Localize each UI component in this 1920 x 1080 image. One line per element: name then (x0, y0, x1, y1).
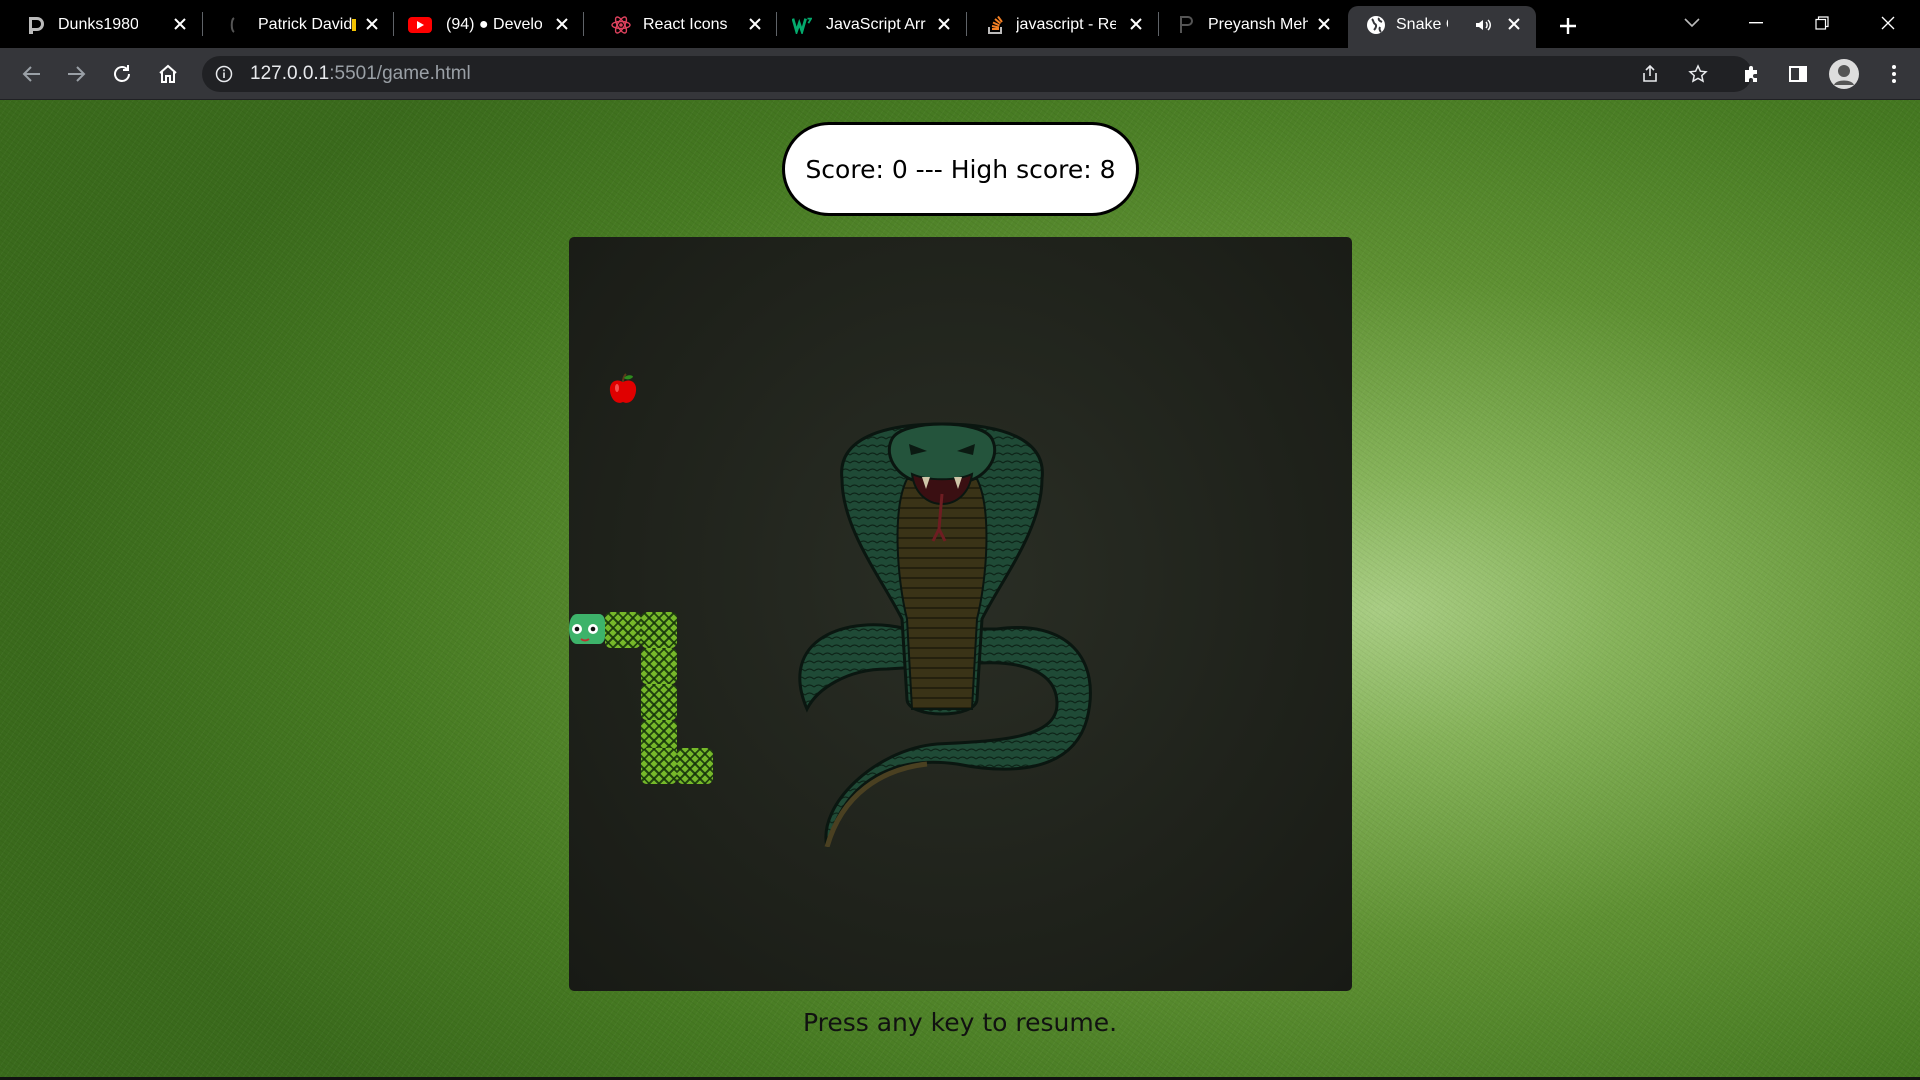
side-panel-icon[interactable] (1784, 60, 1812, 88)
score-text: Score: 0 --- High score: 8 (805, 154, 1116, 184)
tab-w3schools[interactable]: JavaScript Arra (764, 6, 964, 42)
tab-youtube[interactable]: (94) ● Develo (388, 6, 580, 42)
stackoverflow-icon (986, 15, 1006, 35)
bookmark-star-icon[interactable] (1686, 62, 1710, 86)
tab-strip: Dunks1980 Patrick David (94) ● Develo Re… (0, 0, 1920, 48)
cobra-artwork (798, 422, 1092, 847)
resume-hint: Press any key to resume. (802, 1008, 1118, 1037)
url-path: :5501/game.html (329, 63, 471, 84)
tab-stackoverflow[interactable]: javascript - Re (962, 6, 1158, 42)
tab-title: (94) ● Develo (446, 16, 542, 33)
snake-segment (641, 748, 677, 784)
tab-title: JavaScript Arra (826, 16, 926, 33)
close-icon[interactable] (362, 14, 382, 34)
apple-food (609, 373, 637, 403)
snake-segment (677, 748, 713, 784)
profile-icon (1176, 15, 1196, 35)
speaker-icon[interactable] (1474, 16, 1492, 34)
tab-react-icons[interactable]: React Icons (585, 6, 777, 42)
forward-button[interactable] (62, 60, 90, 88)
tab-title: Patrick David (258, 16, 353, 33)
close-icon[interactable] (745, 14, 765, 34)
close-icon[interactable] (1504, 14, 1524, 34)
close-icon[interactable] (552, 14, 572, 34)
tab-patrick-david[interactable]: Patrick David (200, 6, 390, 42)
tab-title: React Icons (643, 16, 728, 33)
game-page: Score: 0 --- High score: 8 Press any key… (0, 100, 1920, 1080)
new-tab-button[interactable] (1554, 12, 1582, 40)
avatar[interactable] (1828, 58, 1860, 90)
score-display: Score: 0 --- High score: 8 (782, 122, 1139, 216)
snake-segment (641, 612, 677, 648)
close-icon[interactable] (170, 14, 190, 34)
menu-icon[interactable] (1880, 60, 1908, 88)
address-bar[interactable]: 127.0.0.1:5501/game.html (202, 56, 1752, 92)
close-icon[interactable] (1314, 14, 1334, 34)
snake-segment (641, 684, 677, 720)
restore-button[interactable] (1802, 8, 1842, 38)
github-icon (226, 15, 246, 35)
snake-segment (605, 612, 641, 648)
site-info-icon[interactable] (214, 64, 234, 84)
browser-toolbar: 127.0.0.1:5501/game.html (0, 48, 1920, 100)
back-button[interactable] (18, 60, 46, 88)
minimize-button[interactable] (1736, 8, 1776, 38)
tab-title: javascript - Re (1016, 16, 1116, 33)
share-icon[interactable] (1638, 62, 1662, 86)
close-window-button[interactable] (1868, 8, 1908, 38)
tab-title: Preyansh Meh (1208, 16, 1308, 33)
close-icon[interactable] (934, 14, 954, 34)
home-button[interactable] (154, 60, 182, 88)
extensions-icon[interactable] (1738, 60, 1766, 88)
close-icon[interactable] (1126, 14, 1146, 34)
tab-search-button[interactable] (1672, 8, 1712, 38)
snake-head (569, 614, 605, 644)
youtube-icon (408, 15, 432, 35)
reload-button[interactable] (108, 60, 136, 88)
url-text: 127.0.0.1:5501/game.html (250, 64, 471, 84)
dunks-icon (26, 15, 46, 35)
tab-preyansh[interactable]: Preyansh Meh (1152, 6, 1344, 42)
tab-snake-game[interactable]: Snake Ga (1348, 6, 1536, 48)
tab-title: Dunks1980 (58, 16, 138, 33)
react-icon (611, 15, 631, 35)
game-board[interactable] (569, 237, 1352, 991)
tab-separator (583, 12, 584, 36)
globe-icon (1366, 15, 1386, 35)
tab-dunks1980[interactable]: Dunks1980 (0, 6, 200, 42)
snake-segment (641, 648, 677, 684)
badge-icon (352, 19, 356, 31)
url-host: 127.0.0.1 (250, 63, 330, 84)
tab-title: Snake Ga (1396, 16, 1448, 33)
w3schools-icon (792, 15, 812, 35)
